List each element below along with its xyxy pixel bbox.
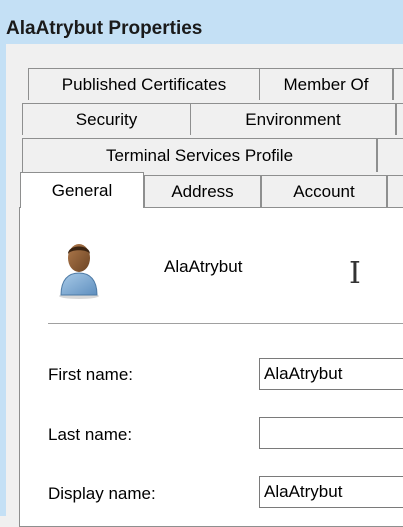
last-name-field[interactable]: [259, 417, 403, 449]
tab-member-of[interactable]: Member Of: [259, 68, 393, 100]
window-border: [0, 44, 6, 516]
user-display-name: AlaAtrybut: [164, 257, 243, 276]
divider: [48, 323, 403, 325]
tab-environment[interactable]: Environment: [190, 103, 396, 135]
first-name-label: First name:: [48, 365, 134, 384]
tab-overflow-4[interactable]: [387, 175, 403, 207]
user-icon: [59, 244, 99, 299]
title-bar: AlaAtrybut Properties: [0, 0, 403, 44]
display-name-field[interactable]: [259, 476, 403, 508]
ibeam-cursor-icon: I: [349, 256, 361, 291]
tab-address[interactable]: Address: [144, 175, 261, 207]
display-name-label: Display name:: [48, 484, 156, 503]
tab-overflow-1[interactable]: [393, 68, 403, 100]
tab-security[interactable]: Security: [22, 103, 191, 135]
tab-published-certificates[interactable]: Published Certificates: [28, 68, 260, 100]
first-name-field[interactable]: [259, 358, 403, 390]
tab-general[interactable]: General: [20, 172, 144, 208]
tab-terminal-services-profile[interactable]: Terminal Services Profile: [22, 138, 377, 172]
tab-account[interactable]: Account: [261, 175, 387, 207]
last-name-label: Last name:: [48, 425, 133, 444]
window-title: AlaAtrybut Properties: [6, 18, 203, 39]
tab-overflow-3[interactable]: [377, 138, 403, 172]
tab-overflow-2[interactable]: [396, 103, 403, 135]
